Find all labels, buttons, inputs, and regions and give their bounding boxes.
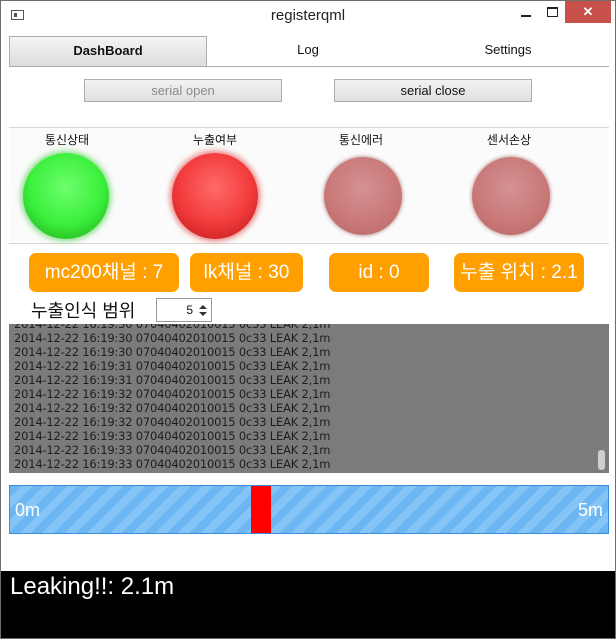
log-line: 2014-12-22 16:19:33 07040402010015 0c33 … bbox=[14, 429, 331, 443]
close-icon: ✕ bbox=[582, 4, 594, 19]
id-badge: id : 0 bbox=[329, 253, 429, 292]
detection-range-spinbox[interactable]: 5 bbox=[156, 298, 212, 322]
comm-error-led bbox=[324, 157, 402, 235]
minimize-button[interactable] bbox=[513, 1, 539, 23]
minimize-icon bbox=[521, 15, 531, 17]
track-end-label: 5m bbox=[577, 500, 603, 520]
log-line: 2014-12-22 16:19:33 07040402010015 0c33 … bbox=[14, 443, 331, 457]
log-line: 2014-12-22 16:19:30 07040402010015 0c33 … bbox=[14, 324, 331, 331]
log-view[interactable]: 2014-12-22 16:19:30 07040402010015 0c33 … bbox=[9, 324, 609, 473]
tab-dashboard[interactable]: DashBoard bbox=[9, 36, 207, 66]
app-window: registerqml ✕ DashBoard Log Settings ser… bbox=[0, 0, 616, 639]
spin-down-icon[interactable] bbox=[199, 312, 207, 316]
log-scrollbar-handle[interactable] bbox=[598, 450, 605, 470]
maximize-button[interactable] bbox=[539, 1, 565, 23]
log-line: 2014-12-22 16:19:31 07040402010015 0c33 … bbox=[14, 373, 331, 387]
sensor-damage-led bbox=[472, 157, 550, 235]
leak-position-marker bbox=[251, 486, 271, 533]
log-line: 2014-12-22 16:19:32 07040402010015 0c33 … bbox=[14, 415, 331, 429]
comm-status-led bbox=[23, 153, 109, 239]
log-line: 2014-12-22 16:19:30 07040402010015 0c33 … bbox=[14, 345, 331, 359]
sensor-damage-label: 센서손상 bbox=[486, 133, 532, 147]
leak-position-track: 0m 5m bbox=[9, 485, 609, 534]
comm-status-label: 통신상태 bbox=[44, 133, 90, 147]
log-line: 2014-12-22 16:19:30 07040402010015 0c33 … bbox=[14, 331, 331, 345]
maximize-icon bbox=[546, 7, 558, 17]
leak-status-led bbox=[172, 153, 258, 239]
log-line: 2014-12-22 16:19:34 07040402010015 0c33 … bbox=[14, 471, 330, 473]
comm-error-label: 통신에러 bbox=[338, 133, 384, 147]
status-bar: Leaking!!: 2.1m bbox=[1, 571, 615, 638]
title-bar: registerqml ✕ bbox=[1, 1, 615, 31]
detection-range-value: 5 bbox=[186, 303, 193, 317]
log-line: 2014-12-22 16:19:33 07040402010015 0c33 … bbox=[14, 457, 331, 471]
tab-log[interactable]: Log bbox=[209, 36, 407, 66]
log-line: 2014-12-22 16:19:31 07040402010015 0c33 … bbox=[14, 359, 331, 373]
log-line: 2014-12-22 16:19:32 07040402010015 0c33 … bbox=[14, 401, 331, 415]
spin-up-icon[interactable] bbox=[199, 305, 207, 309]
serial-close-button[interactable]: serial close bbox=[334, 79, 532, 102]
channel-badge: mc200채널 : 7 bbox=[29, 253, 179, 292]
log-lines: 2014-12-22 16:19:30 07040402010015 0c33 … bbox=[14, 324, 330, 473]
leak-status-text: Leaking!!: 2.1m bbox=[10, 573, 175, 600]
close-button[interactable]: ✕ bbox=[565, 1, 611, 23]
track-start-label: 0m bbox=[15, 500, 41, 520]
tab-settings[interactable]: Settings bbox=[409, 36, 607, 66]
log-line: 2014-12-22 16:19:32 07040402010015 0c33 … bbox=[14, 387, 331, 401]
tab-bar: DashBoard Log Settings bbox=[9, 36, 609, 67]
serial-open-button[interactable]: serial open bbox=[84, 79, 282, 102]
leak-status-label: 누출여부 bbox=[192, 133, 238, 147]
leak-position-badge: 누출 위치 : 2.1 bbox=[454, 253, 584, 292]
lk-channel-badge: lk채널 : 30 bbox=[190, 253, 303, 292]
detection-range-label: 누출인식 범위 bbox=[31, 301, 136, 321]
